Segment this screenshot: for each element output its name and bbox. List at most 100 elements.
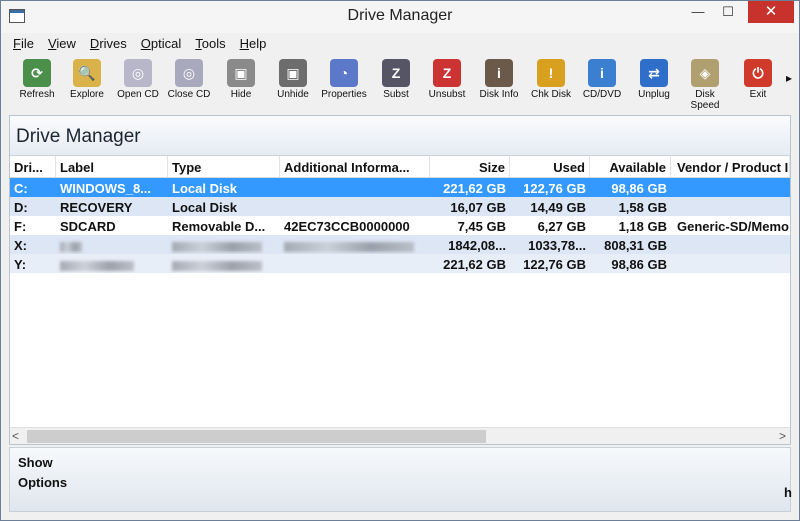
column-header[interactable]: Available xyxy=(590,156,671,177)
menu-item-drives[interactable]: Drives xyxy=(82,34,133,56)
cell-available: 808,31 GB xyxy=(604,238,667,253)
close-cd-icon: ◎ xyxy=(175,59,203,87)
table-row[interactable]: F: SDCARD Removable D... 42EC73CCB0000000 7,… xyxy=(10,216,790,235)
cell-size: 1842,08... xyxy=(448,238,506,253)
unplug-icon: ⇄ xyxy=(640,59,668,87)
maximize-button[interactable]: ☐ xyxy=(714,1,742,23)
unhide-button[interactable]: ▣ Unhide xyxy=(268,57,318,100)
redacted-text xyxy=(284,241,414,252)
column-header[interactable]: Vendor / Product I xyxy=(671,156,790,177)
cell-available: 1,58 GB xyxy=(618,200,667,215)
cell-label xyxy=(56,235,168,254)
horizontal-scrollbar[interactable]: < > xyxy=(10,427,790,444)
hide-button[interactable]: ▣ Hide xyxy=(216,57,266,100)
cell-type: Removable D... xyxy=(172,219,266,234)
subst-button[interactable]: Z Subst xyxy=(371,57,421,100)
column-header[interactable]: Dri... xyxy=(10,156,56,177)
column-header[interactable]: Size xyxy=(430,156,510,177)
cell-size: 7,45 GB xyxy=(457,219,506,234)
drive-list-panel: Drive Manager Dri... Label Type Additional … xyxy=(9,115,791,445)
menu-item-help[interactable]: Help xyxy=(232,34,273,56)
menu-item-optical[interactable]: Optical xyxy=(133,34,187,56)
cell-drive: D: xyxy=(14,200,28,215)
menu-item-file[interactable]: File xyxy=(5,34,40,56)
disk-speed-button[interactable]: ◈ Disk Speed xyxy=(680,57,730,111)
options-label[interactable]: Options xyxy=(18,475,67,490)
toolbar-label: CD/DVD xyxy=(582,89,622,100)
open-cd-button[interactable]: ◎ Open CD xyxy=(113,57,163,100)
cell-vendor xyxy=(671,197,790,216)
column-header[interactable]: Used xyxy=(510,156,590,177)
app-window: Drive Manager — ☐ ✕ File View Drives Optica… xyxy=(0,0,800,521)
close-button[interactable]: ✕ xyxy=(748,1,794,23)
minimize-button[interactable]: — xyxy=(684,1,712,23)
cell-available: 98,86 GB xyxy=(611,257,667,272)
cell-size: 16,07 GB xyxy=(450,200,506,215)
disk-speed-icon: ◈ xyxy=(691,59,719,87)
panel-title: Drive Manager xyxy=(16,126,141,147)
properties-icon: ◔ xyxy=(330,59,358,87)
column-header[interactable]: Label xyxy=(56,156,168,177)
toolbar-label: Explore xyxy=(70,89,104,100)
unhide-icon: ▣ xyxy=(279,59,307,87)
cd-dvd-info-icon: i xyxy=(588,59,616,87)
cell-drive: F: xyxy=(14,219,27,234)
cell-info xyxy=(280,197,430,216)
cell-type xyxy=(168,235,280,254)
scroll-left-arrow[interactable]: < xyxy=(12,429,19,443)
cell-available: 98,86 GB xyxy=(611,181,667,196)
table-row[interactable]: Y: 221,62 GB 122,76 GB 98,86 GB xyxy=(10,254,790,273)
column-header[interactable]: Additional Informa... xyxy=(280,156,430,177)
table-row[interactable]: X: 1842,08... 1033,78... 808,31 GB xyxy=(10,235,790,254)
cell-info xyxy=(280,235,430,254)
toolbar-label: Close CD xyxy=(167,89,211,100)
footer-panel: Show Options h xyxy=(9,447,792,512)
unsubst-button[interactable]: Z Unsubst xyxy=(422,57,472,100)
exit-button[interactable]: ⏻ Exit xyxy=(733,57,783,100)
unplug-button[interactable]: ⇄ Unplug xyxy=(629,57,679,100)
check-disk-icon: ! xyxy=(537,59,565,87)
table-row[interactable]: D: RECOVERY Local Disk 16,07 GB 14,49 GB 1,58… xyxy=(10,197,790,216)
scroll-right-arrow[interactable]: > xyxy=(779,429,786,443)
subst-icon: Z xyxy=(382,59,410,87)
chk-disk-button[interactable]: ! Chk Disk xyxy=(526,57,576,100)
cell-used: 14,49 GB xyxy=(530,200,586,215)
toolbar-label: Disk Info xyxy=(479,89,519,100)
panel-header: Drive Manager xyxy=(10,116,790,156)
cell-vendor: Generic-SD/Memo xyxy=(677,219,789,234)
properties-button[interactable]: ◔ Properties xyxy=(319,57,369,100)
disk-info-button[interactable]: i Disk Info xyxy=(474,57,524,100)
cell-size: 221,62 GB xyxy=(443,257,506,272)
scrollbar-thumb[interactable] xyxy=(27,430,486,443)
cell-info xyxy=(280,178,430,197)
cell-drive: X: xyxy=(14,238,27,253)
cell-label: WINDOWS_8... xyxy=(60,181,152,196)
toolbar-label: Hide xyxy=(230,89,252,100)
toolbar-label: Unhide xyxy=(277,89,309,100)
cell-size: 221,62 GB xyxy=(443,181,506,196)
cell-used: 6,27 GB xyxy=(537,219,586,234)
menu-item-tools[interactable]: Tools xyxy=(187,34,231,56)
cell-label: SDCARD xyxy=(60,219,116,234)
exit-icon: ⏻ xyxy=(744,59,772,87)
table-row[interactable]: C: WINDOWS_8... Local Disk 221,62 GB 122,76 … xyxy=(10,178,790,197)
hide-icon: ▣ xyxy=(227,59,255,87)
redacted-text xyxy=(172,241,262,252)
explore-button[interactable]: 🔍 Explore xyxy=(62,57,112,100)
cd-dvd-button[interactable]: i CD/DVD xyxy=(577,57,627,100)
open-cd-icon: ◎ xyxy=(124,59,152,87)
column-header[interactable]: Type xyxy=(168,156,280,177)
refresh-button[interactable]: ⟳ Refresh xyxy=(12,57,62,100)
cell-available: 1,18 GB xyxy=(618,219,667,234)
table-header: Dri... Label Type Additional Informa... Size… xyxy=(10,156,790,178)
cell-label: RECOVERY xyxy=(60,200,133,215)
close-cd-button[interactable]: ◎ Close CD xyxy=(164,57,214,100)
toolbar-label: Subst xyxy=(383,89,409,100)
cell-info: 42EC73CCB0000000 xyxy=(284,219,410,234)
refresh-icon: ⟳ xyxy=(23,59,51,87)
cell-type: Local Disk xyxy=(172,181,238,196)
toolbar-overflow-arrow[interactable]: ▸ xyxy=(786,71,792,85)
show-label[interactable]: Show xyxy=(18,455,53,470)
toolbar-label: Unsubst xyxy=(428,89,466,100)
menu-item-view[interactable]: View xyxy=(40,34,82,56)
